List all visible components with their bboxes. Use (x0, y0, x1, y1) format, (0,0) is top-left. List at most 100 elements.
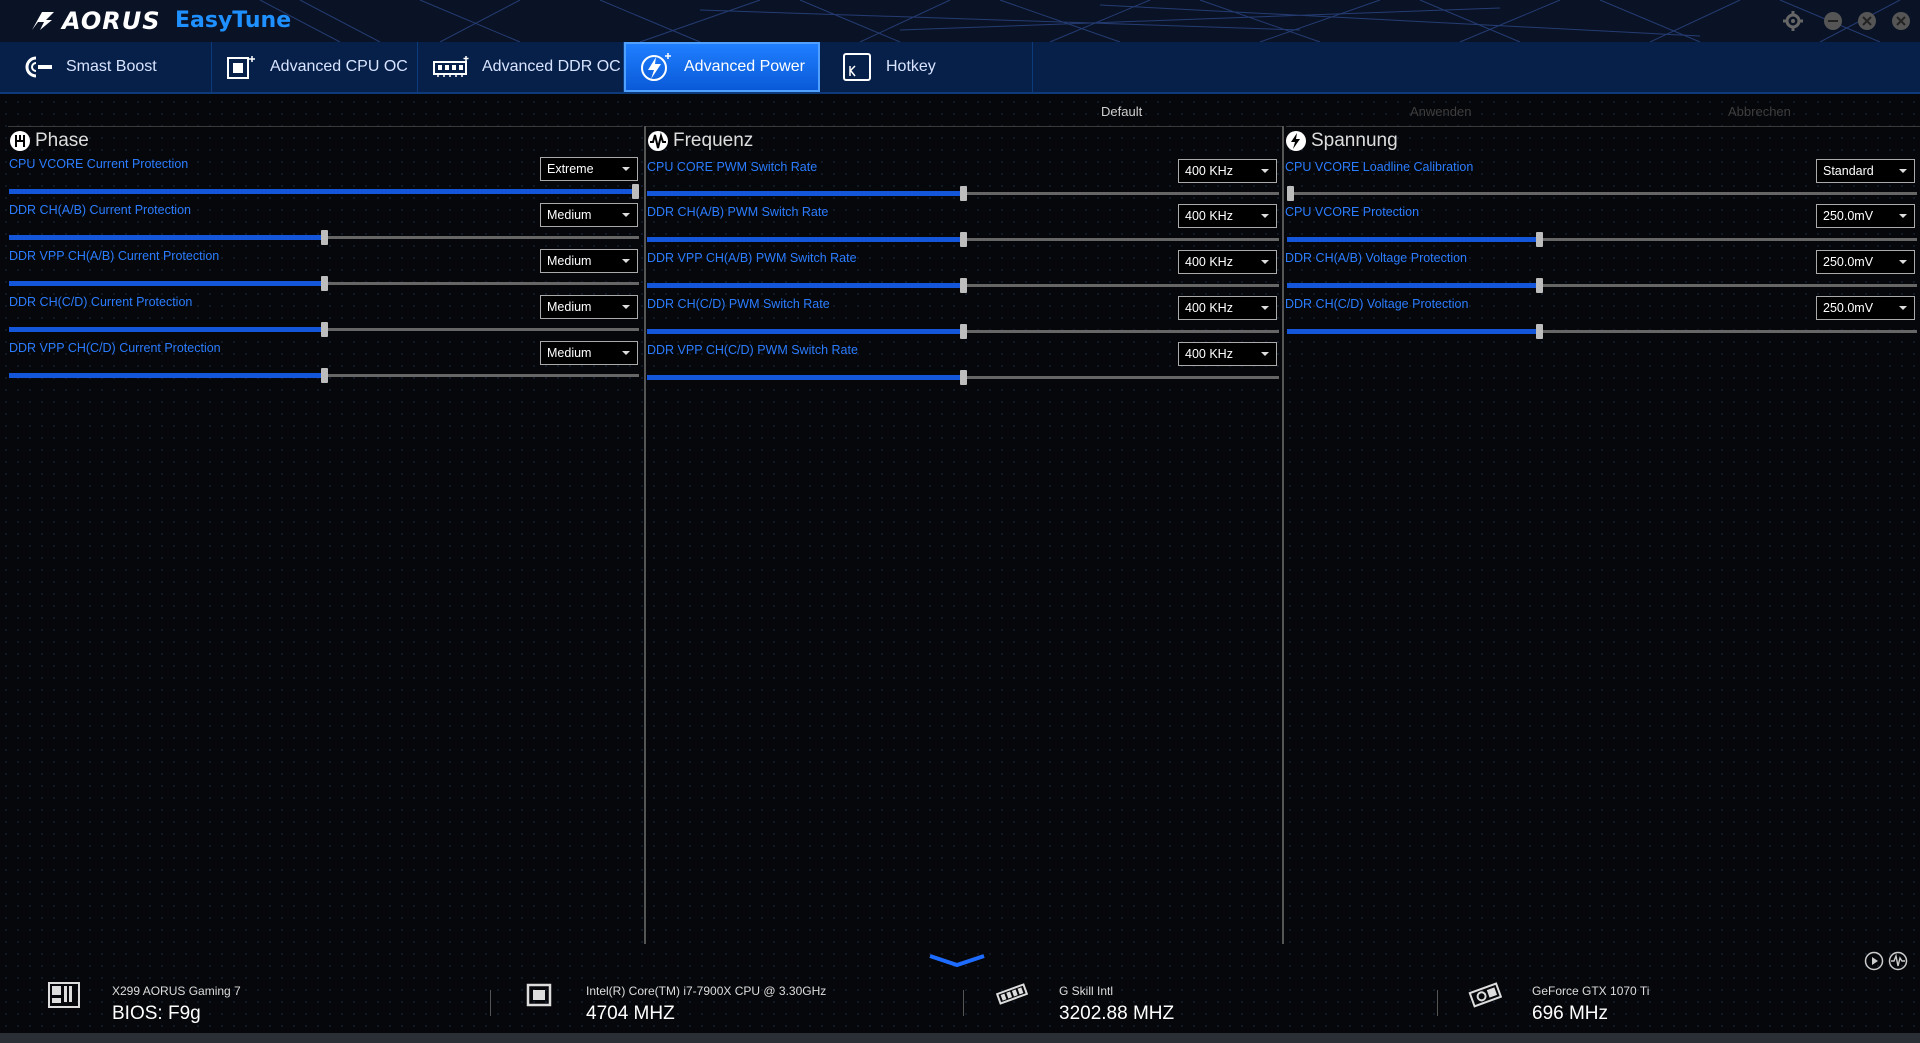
chevron-down-icon (1261, 306, 1269, 310)
ddr-ab-current-protection-select[interactable]: Medium (540, 203, 638, 227)
setting-label: DDR CH(A/B) PWM Switch Rate (647, 205, 829, 219)
slider-handle[interactable] (960, 232, 967, 247)
phase-icon (10, 131, 30, 151)
setting-label: DDR CH(C/D) Voltage Protection (1285, 297, 1469, 311)
select-value: Medium (547, 300, 592, 314)
app-title: EasyTune (175, 8, 292, 33)
slider-handle[interactable] (321, 276, 328, 291)
apply-button[interactable]: Anwenden (1410, 104, 1471, 119)
lightning-icon (641, 53, 671, 81)
tab-smart-boost[interactable]: Smast Boost (8, 42, 212, 92)
cancel-button[interactable]: Abbrechen (1728, 104, 1791, 119)
ddr-cd-pwm-switch-rate-slider[interactable] (647, 324, 1279, 339)
ddr-ab-pwm-switch-rate-slider[interactable] (647, 232, 1279, 247)
slider-handle[interactable] (632, 184, 639, 199)
select-value: 250.0mV (1823, 301, 1874, 315)
slider-handle[interactable] (1536, 278, 1543, 293)
tab-label: Hotkey (886, 58, 936, 75)
slider-handle[interactable] (960, 370, 967, 385)
ddr-cd-current-protection-select[interactable]: Medium (540, 295, 638, 319)
ddr-cd-voltage-protection-select[interactable]: 250.0mV (1816, 296, 1915, 320)
chevron-down-icon[interactable] (928, 952, 986, 968)
panel-title: Spannung (1311, 130, 1398, 151)
slider-fill (1287, 329, 1539, 334)
taskbar-strip (0, 1033, 1920, 1043)
tab-advanced-power[interactable]: Advanced Power (624, 42, 820, 92)
play-icon[interactable] (1864, 951, 1884, 971)
select-value: 400 KHz (1185, 347, 1233, 361)
title-bar: AORUS EasyTune (0, 0, 1920, 42)
waveform-icon[interactable] (1888, 951, 1908, 971)
setting-label: DDR CH(C/D) Current Protection (9, 295, 193, 309)
tab-hotkey[interactable]: Hotkey (826, 42, 1033, 92)
chevron-down-icon (622, 305, 630, 309)
slider-fill (647, 283, 963, 288)
aorus-wing-icon (32, 12, 54, 30)
close-icon[interactable] (1890, 10, 1912, 32)
tab-advanced-cpu-oc[interactable]: Advanced CPU OC (212, 42, 418, 92)
panel-divider (1282, 126, 1284, 944)
default-button[interactable]: Default (1101, 104, 1142, 119)
ddr-cd-pwm-switch-rate-select[interactable]: 400 KHz (1178, 296, 1277, 320)
ddr-ab-voltage-protection-slider[interactable] (1287, 278, 1917, 293)
chevron-down-icon (1261, 352, 1269, 356)
cpu-icon (526, 983, 552, 1007)
footer-separator (490, 990, 491, 1016)
slider-handle[interactable] (960, 186, 967, 201)
cpu-vcore-current-protection-select[interactable]: Extreme (540, 157, 638, 181)
slider-handle[interactable] (960, 324, 967, 339)
ddr-ab-voltage-protection-select[interactable]: 250.0mV (1816, 250, 1915, 274)
ddr-vpp-cd-current-protection-slider[interactable] (9, 368, 639, 383)
slider-handle[interactable] (960, 278, 967, 293)
ddr-vpp-ab-current-protection-slider[interactable] (9, 276, 639, 291)
ddr-vpp-cd-pwm-switch-rate-select[interactable]: 400 KHz (1178, 342, 1277, 366)
slider-handle[interactable] (1287, 186, 1294, 201)
cpu-vcore-protection-slider[interactable] (1287, 232, 1917, 247)
slider-fill (9, 189, 635, 194)
ddr-cd-current-protection-slider[interactable] (9, 322, 639, 337)
setting-label: DDR VPP CH(A/B) PWM Switch Rate (647, 251, 857, 265)
minimize-icon[interactable] (1822, 10, 1844, 32)
select-value: Medium (547, 254, 592, 268)
footer-separator (1437, 990, 1438, 1016)
ddr-vpp-ab-pwm-switch-rate-select[interactable]: 400 KHz (1178, 250, 1277, 274)
ddr-vpp-cd-current-protection-select[interactable]: Medium (540, 341, 638, 365)
cpu-vcore-loadline-calibration-slider[interactable] (1287, 186, 1917, 201)
aorus-logo: AORUS (30, 7, 161, 35)
ddr-ab-pwm-switch-rate-select[interactable]: 400 KHz (1178, 204, 1277, 228)
gpu-icon (1468, 982, 1502, 1008)
chevron-down-icon (1261, 169, 1269, 173)
slider-handle[interactable] (1536, 232, 1543, 247)
setting-label: DDR CH(A/B) Current Protection (9, 203, 191, 217)
slider-handle[interactable] (321, 322, 328, 337)
ddr-vpp-ab-pwm-switch-rate-slider[interactable] (647, 278, 1279, 293)
ddr-vpp-cd-pwm-switch-rate-slider[interactable] (647, 370, 1279, 385)
select-value: 400 KHz (1185, 209, 1233, 223)
ddr-vpp-ab-current-protection-select[interactable]: Medium (540, 249, 638, 273)
ddr-ab-current-protection-slider[interactable] (9, 230, 639, 245)
keyboard-key-icon (843, 53, 871, 81)
setting-label: DDR CH(A/B) Voltage Protection (1285, 251, 1468, 265)
setting-label: CPU CORE PWM Switch Rate (647, 160, 818, 174)
chevron-down-icon (1261, 260, 1269, 264)
gear-icon[interactable] (1782, 10, 1804, 32)
slider-handle[interactable] (321, 230, 328, 245)
cpu-vcore-current-protection-slider[interactable] (9, 184, 639, 199)
ddr-cd-voltage-protection-slider[interactable] (1287, 324, 1917, 339)
slider-handle[interactable] (1536, 324, 1543, 339)
tab-advanced-ddr-oc[interactable]: Advanced DDR OC (418, 42, 624, 92)
select-value: Medium (547, 346, 592, 360)
memory-frequency: 3202.88 MHZ (1059, 1003, 1175, 1024)
select-value: Standard (1823, 164, 1874, 178)
cpu-vcore-protection-select[interactable]: 250.0mV (1816, 204, 1915, 228)
motherboard-name: X299 AORUS Gaming 7 (112, 984, 241, 998)
cpu-core-pwm-switch-rate-select[interactable]: 400 KHz (1178, 159, 1277, 183)
cpu-vcore-loadline-calibration-select[interactable]: Standard (1816, 159, 1915, 183)
cpu-core-pwm-switch-rate-slider[interactable] (647, 186, 1279, 201)
select-value: Medium (547, 208, 592, 222)
tab-label: Advanced DDR OC (482, 58, 621, 75)
chevron-down-icon (1899, 169, 1907, 173)
slider-handle[interactable] (321, 368, 328, 383)
setting-label: DDR CH(C/D) PWM Switch Rate (647, 297, 830, 311)
restore-icon[interactable] (1856, 10, 1878, 32)
